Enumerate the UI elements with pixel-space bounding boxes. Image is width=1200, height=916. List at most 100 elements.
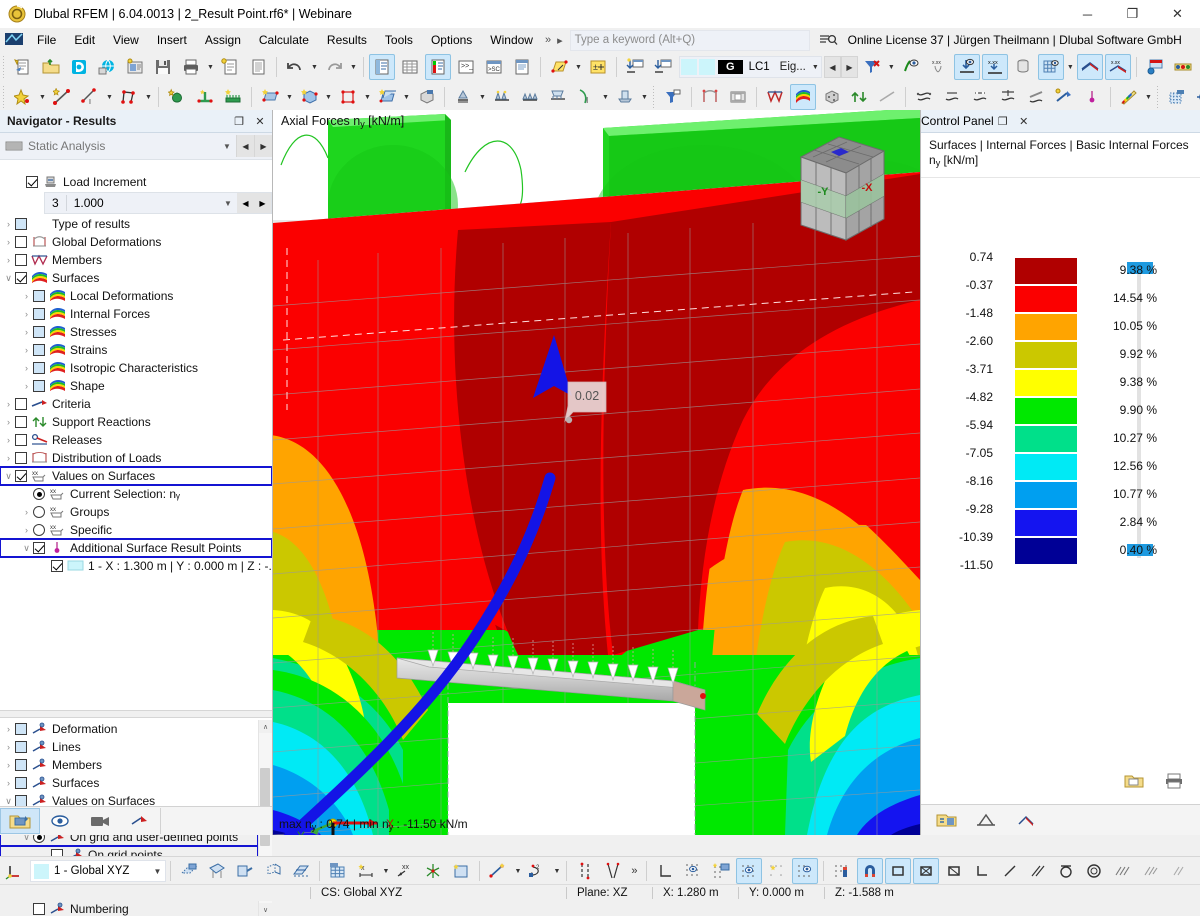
navigator-camera-tab[interactable] bbox=[80, 808, 120, 834]
expander-expand-icon[interactable]: › bbox=[2, 760, 15, 770]
checkbox[interactable] bbox=[33, 344, 45, 356]
result-section-1-icon[interactable] bbox=[911, 84, 937, 110]
analysis-type-selector[interactable]: Static Analysis ▼ ◀ ▶ bbox=[0, 133, 272, 160]
new-material-icon[interactable] bbox=[164, 84, 190, 110]
new-line-icon[interactable] bbox=[49, 84, 75, 110]
toolbar2-grip[interactable] bbox=[2, 86, 7, 108]
legend-color-swatch[interactable] bbox=[1015, 510, 1077, 536]
new-solid-icon[interactable] bbox=[296, 84, 322, 110]
model-info-icon[interactable] bbox=[122, 54, 148, 80]
dimension-x-icon[interactable]: x bbox=[353, 858, 379, 884]
solid-results-icon[interactable] bbox=[818, 84, 844, 110]
legend-factors-tab[interactable] bbox=[969, 806, 1003, 834]
grid-snap-active-icon[interactable] bbox=[792, 858, 818, 884]
checkbox[interactable] bbox=[15, 416, 27, 428]
deformation-display-icon[interactable] bbox=[697, 84, 723, 110]
new-printout-report-icon[interactable] bbox=[217, 54, 243, 80]
tree-row-specific[interactable]: ›xxSpecific bbox=[0, 521, 272, 539]
menu-file[interactable]: File bbox=[28, 30, 65, 50]
support-reaction-icon[interactable] bbox=[846, 84, 872, 110]
tree-row-criteria[interactable]: ›Criteria bbox=[0, 395, 272, 413]
new-member-support-icon[interactable] bbox=[517, 84, 543, 110]
open-model-icon[interactable] bbox=[38, 54, 64, 80]
window-select-icon[interactable] bbox=[941, 858, 967, 884]
tree-row-current-selection-n[interactable]: xxCurrent Selection: nᵧ bbox=[0, 485, 272, 503]
expander-expand-icon[interactable]: › bbox=[2, 399, 15, 409]
menu-options[interactable]: Options bbox=[422, 30, 481, 50]
checkbox[interactable] bbox=[33, 380, 45, 392]
tree-row-releases[interactable]: ›Releases bbox=[0, 431, 272, 449]
control-panel-close-button[interactable]: ✕ bbox=[1015, 112, 1033, 130]
menu-insert[interactable]: Insert bbox=[148, 30, 196, 50]
load-case-selector[interactable]: G LC1 Eig... ▼ bbox=[679, 56, 822, 78]
tree-row-stresses[interactable]: ›Stresses bbox=[0, 323, 272, 341]
navigator-splitter[interactable] bbox=[0, 710, 272, 718]
result-values-hide-icon[interactable]: x.xx bbox=[926, 54, 952, 80]
checkbox[interactable] bbox=[15, 759, 27, 771]
new-line-dropdown-icon[interactable]: ▼ bbox=[104, 86, 115, 108]
legend-color-swatch[interactable] bbox=[1015, 342, 1077, 368]
print-dropdown-icon[interactable]: ▼ bbox=[205, 56, 216, 78]
tree-row-1-x-1-300-m-y-0-000-m-z[interactable]: 1 - X : 1.300 m | Y : 0.000 m | Z : -... bbox=[0, 557, 272, 575]
checkbox[interactable] bbox=[15, 272, 27, 284]
object-snap-toggle-icon[interactable] bbox=[736, 858, 762, 884]
tree-row-surfaces[interactable]: ›Surfaces bbox=[0, 774, 258, 792]
render-display-icon[interactable] bbox=[1142, 54, 1168, 80]
tree-row-shape[interactable]: ›Shape bbox=[0, 377, 272, 395]
tree-row-isotropic-characteristics[interactable]: ›Isotropic Characteristics bbox=[0, 359, 272, 377]
load-increment-prev-button[interactable]: ◀ bbox=[237, 193, 254, 213]
checkbox[interactable] bbox=[15, 398, 27, 410]
result-diagram-values-icon[interactable]: x.xx bbox=[1105, 54, 1131, 80]
parallel-mode-icon[interactable] bbox=[1025, 858, 1051, 884]
expander-collapse-icon[interactable]: ∨ bbox=[20, 543, 33, 554]
work-plane-icon[interactable] bbox=[176, 858, 202, 884]
scroll-up-button[interactable]: ∧ bbox=[259, 720, 272, 733]
expander-expand-icon[interactable]: › bbox=[20, 327, 33, 337]
legend-color-swatch[interactable] bbox=[1015, 538, 1077, 564]
tree-row-deformation[interactable]: ›Deformation bbox=[0, 720, 258, 738]
tree-row-type-of-results[interactable]: ›Type of results bbox=[0, 215, 272, 233]
checkbox[interactable] bbox=[15, 470, 27, 482]
new-model-icon[interactable] bbox=[10, 54, 36, 80]
result-color-legend[interactable]: 9.38 %14.54 %10.05 %9.92 %9.38 %9.90 %10… bbox=[921, 188, 1200, 586]
checkbox[interactable] bbox=[33, 290, 45, 302]
snap-point-icon[interactable] bbox=[420, 858, 446, 884]
new-line-dimension-icon[interactable]: I bbox=[77, 84, 103, 110]
surface-select-dropdown-icon[interactable]: ▼ bbox=[573, 56, 584, 78]
tree-row-additional-surface-result-points[interactable]: ∨Additional Surface Result Points bbox=[0, 539, 272, 557]
surface-select-icon[interactable] bbox=[546, 54, 572, 80]
new-surface-set-icon[interactable] bbox=[374, 84, 400, 110]
guideline-vertical-icon[interactable] bbox=[572, 858, 598, 884]
undo-icon[interactable] bbox=[282, 54, 308, 80]
radio-button[interactable] bbox=[33, 488, 45, 500]
menu-edit[interactable]: Edit bbox=[65, 30, 104, 50]
legend-color-swatch[interactable] bbox=[1015, 398, 1077, 424]
expander-expand-icon[interactable]: › bbox=[20, 363, 33, 373]
work-plane-yz-icon[interactable] bbox=[260, 858, 286, 884]
grid-settings-icon[interactable] bbox=[325, 858, 351, 884]
result-section-5-icon[interactable] bbox=[1023, 84, 1049, 110]
new-section-icon[interactable] bbox=[192, 84, 218, 110]
coordinate-system-icon[interactable] bbox=[1, 858, 27, 884]
menu-overflow-icon[interactable]: » bbox=[542, 34, 554, 46]
script-icon[interactable]: >SC bbox=[481, 54, 507, 80]
model-viewport[interactable]: 0.02 X Y Z bbox=[273, 110, 921, 835]
minimize-button[interactable]: ─ bbox=[1065, 0, 1110, 28]
arc-mode-icon[interactable] bbox=[1053, 858, 1079, 884]
expander-expand-icon[interactable]: › bbox=[2, 237, 15, 247]
menu-calculate[interactable]: Calculate bbox=[250, 30, 318, 50]
tree-row-distribution-of-loads[interactable]: ›Distribution of Loads bbox=[0, 449, 272, 467]
redo-icon[interactable] bbox=[321, 54, 347, 80]
work-plane-custom-icon[interactable] bbox=[288, 858, 314, 884]
expander-expand-icon[interactable]: › bbox=[2, 778, 15, 788]
legend-export-button[interactable] bbox=[1117, 767, 1151, 795]
menu-window[interactable]: Window bbox=[481, 30, 542, 50]
navigator-results-tab[interactable] bbox=[120, 808, 160, 834]
tree-row-values-on-surfaces[interactable]: ∨xxValues on Surfaces bbox=[0, 467, 272, 485]
new-surface-set-dropdown-icon[interactable]: ▼ bbox=[401, 86, 412, 108]
dimension-xx-icon[interactable]: xx bbox=[392, 858, 418, 884]
grid-snap-new-icon[interactable] bbox=[708, 858, 734, 884]
work-plane-xz-icon[interactable] bbox=[232, 858, 258, 884]
checkbox[interactable] bbox=[15, 452, 27, 464]
crossing-select-icon[interactable] bbox=[913, 858, 939, 884]
